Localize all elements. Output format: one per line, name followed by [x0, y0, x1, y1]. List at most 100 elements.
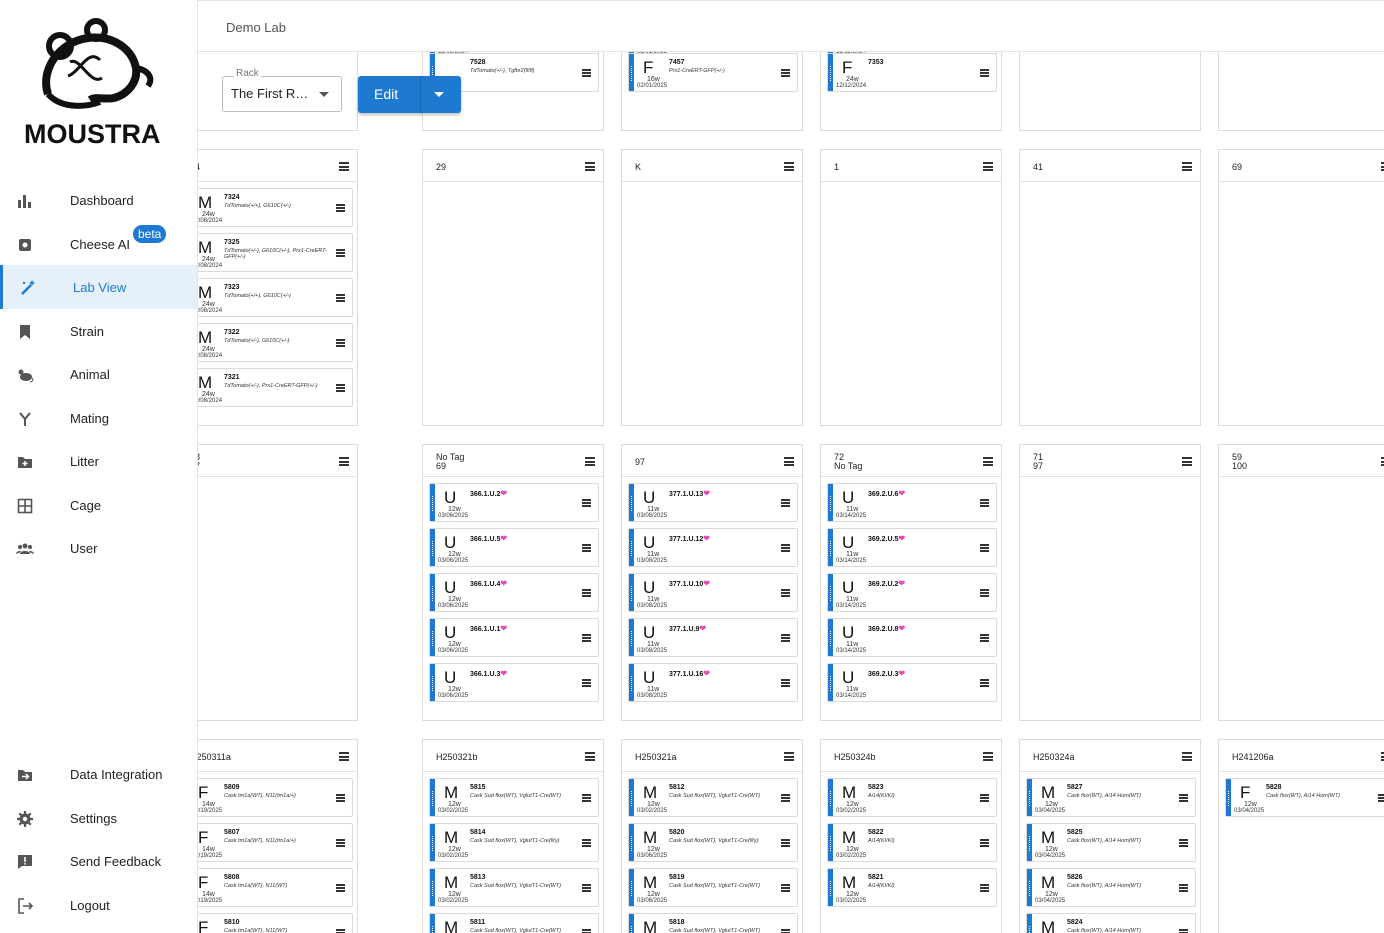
animal-card[interactable]: F14w02/19/2025 5808 Cask tm1a(WT), N11(WT): [198, 868, 353, 907]
drag-handle[interactable]: [430, 619, 435, 656]
cage-card[interactable]: H250324b M 12w 03/02/2025 5823 Ai14(KI/KI) M 12…: [820, 739, 1002, 933]
cage-menu-icon[interactable]: [585, 162, 595, 171]
animal-menu-icon[interactable]: [781, 794, 790, 802]
sidebar-item-animal[interactable]: Animal: [0, 352, 197, 396]
animal-menu-icon[interactable]: [980, 544, 989, 552]
drag-handle[interactable]: [430, 664, 435, 701]
animal-menu-icon[interactable]: [1378, 794, 1384, 802]
drag-handle[interactable]: [629, 869, 634, 906]
cage-menu-icon[interactable]: [983, 752, 993, 761]
cage-card[interactable]: H250321b M 12w 03/02/2025 5815 Cask Sud flox(…: [422, 739, 604, 933]
animal-card[interactable]: M 5811 Cask Sud flox(WT), VglutT1-Cre(WT): [429, 913, 599, 933]
cage-card[interactable]: H250324a M 12w 03/04/2025 5827 Cask flox(WT),…: [1019, 739, 1201, 933]
cage-menu-icon[interactable]: [1182, 162, 1192, 171]
drag-handle[interactable]: [828, 484, 833, 521]
animal-card[interactable]: M 12w 03/02/2025 5821 Ai14(KI/KI): [827, 868, 997, 907]
drag-handle[interactable]: [629, 54, 634, 91]
drag-handle[interactable]: [629, 484, 634, 521]
sidebar-item-data-integration[interactable]: Data Integration: [0, 752, 197, 796]
animal-card[interactable]: M24w12/08/2024 7323 TdTomato(+/+), G610C(+…: [198, 278, 353, 317]
sidebar-item-cheese-ai[interactable]: Cheese AI beta: [0, 222, 197, 266]
animal-card[interactable]: M 12w 03/06/2025 5820 Cask Sud flox(WT), Vgl…: [628, 823, 798, 862]
animal-card[interactable]: F 16w 02/01/2025 7457 Prx1-CreERT-GFP(+/-): [628, 53, 798, 92]
animal-card[interactable]: U 12w 03/06/2025 366.1.U.1❤: [429, 618, 599, 657]
animal-menu-icon[interactable]: [582, 634, 591, 642]
animal-menu-icon[interactable]: [336, 249, 345, 257]
cage-card[interactable]: [1218, 52, 1384, 131]
drag-handle[interactable]: [629, 779, 634, 816]
animal-card[interactable]: U 11w 03/08/2025 377.1.U.12❤: [628, 528, 798, 567]
sidebar-item-settings[interactable]: Settings: [0, 796, 197, 840]
animal-card[interactable]: M 12w 03/04/2025 5825 Cask flox(WT), Ai14 Ho…: [1026, 823, 1196, 862]
drag-handle[interactable]: [1027, 779, 1032, 816]
sidebar-item-litter[interactable]: Litter: [0, 439, 197, 483]
cage-menu-icon[interactable]: [585, 752, 595, 761]
animal-menu-icon[interactable]: [781, 929, 790, 933]
animal-card[interactable]: M24w12/08/2024 7324 TdTomato(+/+), G610C(+…: [198, 188, 353, 227]
animal-card[interactable]: M 12w 03/02/2025 5812 Cask Sud flox(WT), Vgl…: [628, 778, 798, 817]
cage-card[interactable]: H241206a F 12w 03/04/2025 5828 Cask flox(WT),…: [1218, 739, 1384, 933]
animal-card[interactable]: M 12w 03/02/2025 5823 Ai14(KI/KI): [827, 778, 997, 817]
drag-handle[interactable]: [1226, 779, 1231, 816]
cage-menu-icon[interactable]: [1182, 752, 1192, 761]
animal-menu-icon[interactable]: [980, 794, 989, 802]
animal-menu-icon[interactable]: [781, 679, 790, 687]
sidebar-item-mating[interactable]: Mating: [0, 396, 197, 440]
animal-card[interactable]: M 5818 Cask Sud flox(WT), VglutT1-Cre(WT): [628, 913, 798, 933]
animal-menu-icon[interactable]: [781, 544, 790, 552]
animal-menu-icon[interactable]: [336, 884, 345, 892]
edit-button[interactable]: Edit: [374, 86, 398, 102]
animal-card[interactable]: F 5810 Cask tm1a(WT), N11(WT): [198, 913, 353, 933]
drag-handle[interactable]: [828, 824, 833, 861]
cage-card[interactable]: H250311aF14w02/19/20255809Cask tm1a(WT),…: [198, 739, 358, 933]
cage-card[interactable]: K: [621, 149, 803, 426]
cage-menu-icon[interactable]: [1182, 457, 1192, 466]
drag-handle[interactable]: [430, 529, 435, 566]
animal-card[interactable]: U 11w 03/08/2025 377.1.U.10❤: [628, 573, 798, 612]
cage-menu-icon[interactable]: [339, 162, 349, 171]
animal-card[interactable]: F14w02/19/2025 5807 Cask tm1a(WT), N11(tm1…: [198, 823, 353, 862]
animal-menu-icon[interactable]: [582, 69, 591, 77]
drag-handle[interactable]: [828, 869, 833, 906]
animal-menu-icon[interactable]: [1179, 929, 1188, 933]
drag-handle[interactable]: [828, 619, 833, 656]
animal-menu-icon[interactable]: [336, 339, 345, 347]
drag-handle[interactable]: [430, 914, 435, 933]
cage-menu-icon[interactable]: [983, 457, 993, 466]
animal-menu-icon[interactable]: [582, 839, 591, 847]
animal-menu-icon[interactable]: [582, 499, 591, 507]
rack-select[interactable]: The First R…: [222, 76, 342, 112]
cage-card[interactable]: No Tag 69 U 12w 03/06/2025 366.1.U.2❤ U 12w 03/0…: [422, 444, 604, 721]
drag-handle[interactable]: [629, 529, 634, 566]
drag-handle[interactable]: [629, 824, 634, 861]
drag-handle[interactable]: [828, 529, 833, 566]
drag-handle[interactable]: [430, 779, 435, 816]
cage-menu-icon[interactable]: [339, 752, 349, 761]
cage-menu-icon[interactable]: [585, 457, 595, 466]
animal-card[interactable]: U 11w 03/14/2025 369.2.U.2❤: [827, 573, 997, 612]
sidebar-item-dashboard[interactable]: Dashboard: [0, 178, 197, 222]
cage-menu-icon[interactable]: [784, 457, 794, 466]
animal-card[interactable]: M 12w 03/02/2025 5814 Cask Sud flox(WT), Vgl…: [429, 823, 599, 862]
cage-card[interactable]: 97 U 11w 03/08/2025 377.1.U.13❤ U 11w 03/08/202…: [621, 444, 803, 721]
cage-card[interactable]: 71 97: [1019, 444, 1201, 721]
cage-card[interactable]: H250321a M 12w 03/02/2025 5812 Cask Sud flox(…: [621, 739, 803, 933]
drag-handle[interactable]: [430, 574, 435, 611]
animal-card[interactable]: M 12w 03/02/2025 5815 Cask Sud flox(WT), Vgl…: [429, 778, 599, 817]
cage-menu-icon[interactable]: [339, 457, 349, 466]
animal-card[interactable]: F 12w 03/04/2025 5828 Cask flox(WT), Ai14 Ho…: [1225, 778, 1384, 817]
edit-split-button[interactable]: Edit: [358, 76, 461, 113]
animal-menu-icon[interactable]: [781, 69, 790, 77]
animal-menu-icon[interactable]: [781, 884, 790, 892]
animal-menu-icon[interactable]: [582, 589, 591, 597]
animal-menu-icon[interactable]: [980, 499, 989, 507]
cage-card[interactable]: 24w12/12/2024F24w12/12/2024 7353: [820, 52, 1002, 131]
animal-card[interactable]: M 12w 03/04/2025 5826 Cask flox(WT), Ai14 Ho…: [1026, 868, 1196, 907]
animal-menu-icon[interactable]: [980, 679, 989, 687]
drag-handle[interactable]: [828, 574, 833, 611]
animal-card[interactable]: M 5824 Cask flox(WT), Ai14 Hom(WT): [1026, 913, 1196, 933]
sidebar-item-cage[interactable]: Cage: [0, 483, 197, 527]
dropdown-arrow-icon[interactable]: [434, 92, 444, 97]
animal-card[interactable]: U 12w 03/06/2025 366.1.U.3❤: [429, 663, 599, 702]
drag-handle[interactable]: [629, 619, 634, 656]
